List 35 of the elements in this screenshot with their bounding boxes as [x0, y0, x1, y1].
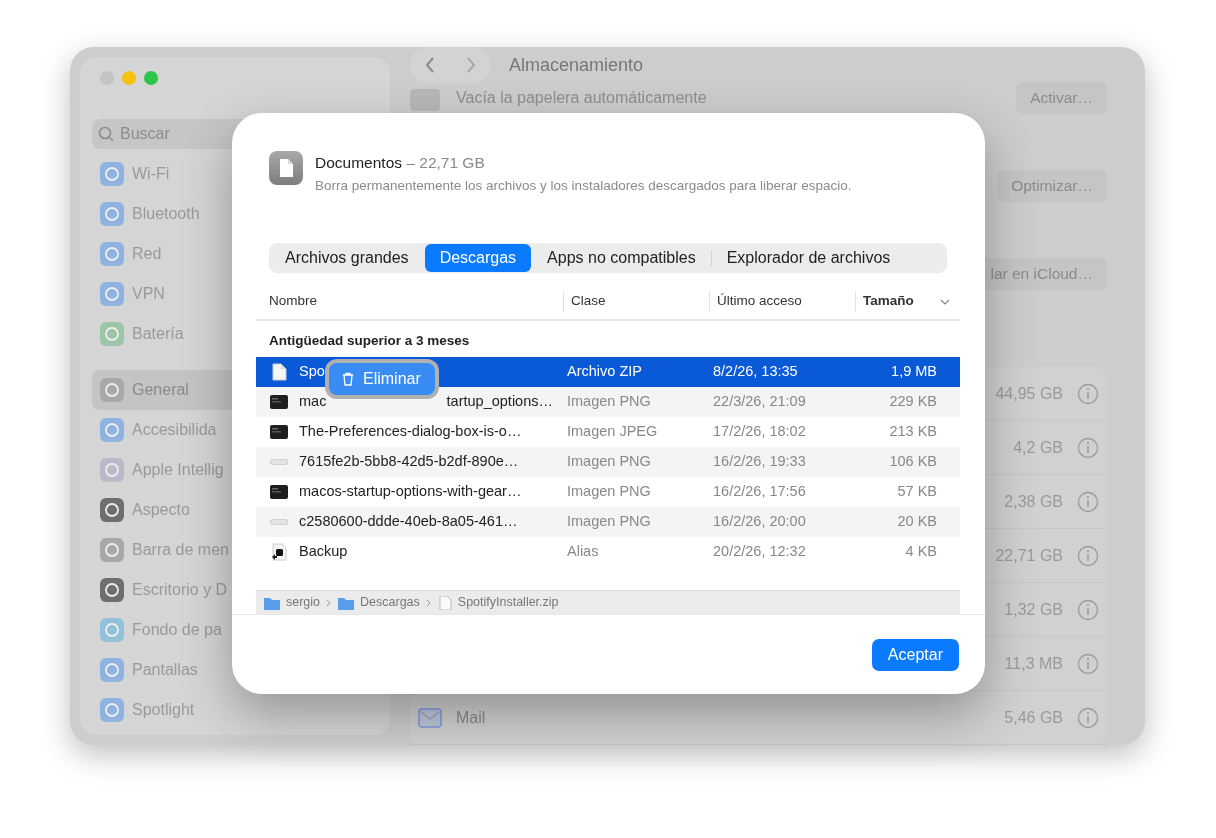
file-name: 7615fe2b-5bb8-42d5-b2df-890e… [299, 451, 519, 471]
file-kind: Imagen PNG [567, 511, 652, 531]
file-name: Spo [299, 361, 325, 381]
storage-label: Mail [456, 707, 486, 728]
file-date: 8/2/26, 13:35 [713, 361, 799, 381]
file-date: 20/2/26, 12:32 [713, 541, 807, 561]
file-date: 22/3/26, 21:09 [713, 391, 807, 411]
file-date: 17/2/26, 18:02 [713, 421, 807, 441]
file-size: 106 KB [888, 451, 938, 471]
file-name: The-Preferences-dialog-box-is-o… [299, 421, 522, 441]
file-size: 213 KB [888, 421, 938, 441]
file-kind: Imagen PNG [567, 391, 652, 411]
file-name: mac [299, 391, 327, 411]
file-date: 16/2/26, 17:56 [713, 481, 807, 501]
file-kind: Imagen JPEG [567, 421, 659, 441]
file-name: tartup_options… [446, 391, 553, 411]
file-name: macos-startup-options-with-gear… [299, 481, 522, 501]
file-name: c2580600-ddde-40eb-8a05-461… [299, 511, 518, 531]
dialog-title: Documentos – 22,71 GB [315, 153, 486, 173]
file-size: 57 KB [896, 481, 938, 501]
window-title: Almacenamiento [509, 53, 644, 77]
file-size: 4 KB [904, 541, 938, 561]
file-date: 16/2/26, 20:00 [713, 511, 807, 531]
file-name: Backup [299, 541, 348, 561]
file-size: 229 KB [888, 391, 938, 411]
file-kind: Alias [567, 541, 600, 561]
file-kind: Imagen PNG [567, 481, 652, 501]
file-size: 1,9 MB [890, 361, 938, 381]
file-kind: Imagen PNG [567, 451, 652, 471]
file-kind: Archivo ZIP [567, 361, 643, 381]
file-date: 16/2/26, 19:33 [713, 451, 807, 471]
group-header: Antigüedad superior a 3 meses [268, 331, 471, 350]
dialog-description: Borra permanentemente los archivos y los instaladores descargados para liberar espacio. [315, 177, 852, 196]
setting-label: Vacía la papelera automáticamente [456, 88, 707, 108]
file-size: 20 KB [896, 511, 938, 531]
